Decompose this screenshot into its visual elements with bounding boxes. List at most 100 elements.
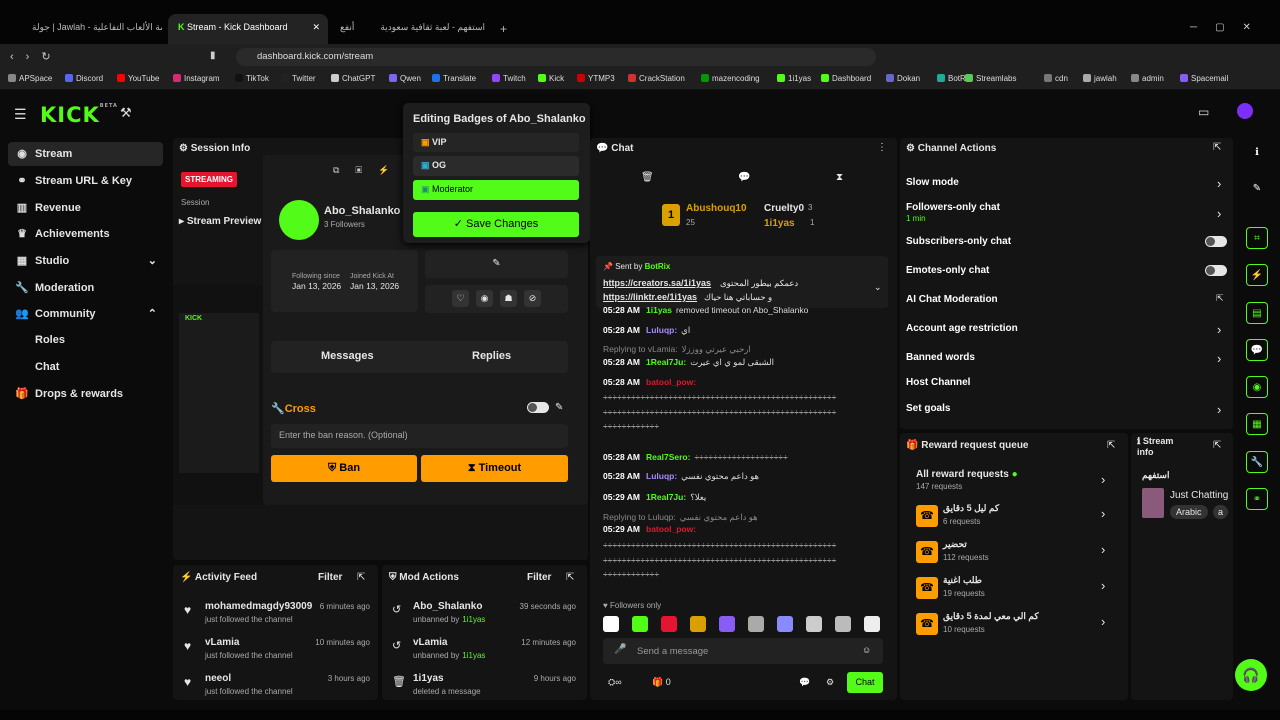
pencil-icon[interactable]: ✎	[1246, 178, 1268, 200]
bookmark-item[interactable]: YouTube	[117, 74, 159, 83]
window-controls[interactable]: ─▢✕	[1190, 22, 1269, 33]
banned-words-row[interactable]: Banned words	[906, 352, 975, 363]
popout-icon[interactable]: ⇱	[566, 572, 574, 583]
trash-icon[interactable]: 🗑	[641, 172, 654, 183]
sidebar-item-roles[interactable]: Roles	[28, 329, 163, 353]
eye-icon[interactable]: ◉	[476, 290, 493, 307]
edit-note-button[interactable]: ✎	[425, 250, 568, 278]
nav-buttons-icon[interactable]: ‹›↻	[10, 50, 63, 63]
document-icon[interactable]: ▤	[1246, 302, 1268, 324]
gear-icon[interactable]: ⚙	[826, 677, 834, 688]
activity-user[interactable]: mohamedmagdy93009	[205, 601, 312, 612]
badge-option-og[interactable]: ▣ OG	[413, 156, 579, 176]
chevron-down-icon[interactable]: ⌄	[874, 282, 882, 293]
emote-icon[interactable]	[864, 616, 880, 632]
broadcast-icon[interactable]: ◉	[1246, 376, 1268, 398]
tab-extra[interactable]: أنفع	[330, 14, 360, 44]
extra-tag[interactable]: a	[1213, 505, 1229, 519]
bookmark-icon[interactable]: ▮	[210, 50, 216, 61]
send-chat-button[interactable]: Chat	[847, 672, 883, 693]
chat-icon[interactable]: 💬	[1246, 339, 1268, 361]
mod-action-user[interactable]: 1i1yas	[413, 673, 444, 684]
activity-user[interactable]: vLamia	[205, 637, 239, 648]
cross-toggle[interactable]	[527, 402, 549, 413]
save-changes-button[interactable]: ✓ Save Changes	[413, 212, 579, 237]
menu-icon[interactable]: ☰	[14, 106, 27, 123]
bolt-icon[interactable]: ⚡	[1246, 264, 1268, 286]
bookmark-item[interactable]: admin	[1131, 74, 1164, 83]
sidebar-item-drops[interactable]: 🎁 Drops & rewards	[8, 382, 163, 406]
tab-messages[interactable]: Messages	[321, 350, 374, 362]
popout-icon[interactable]: ⇱	[1107, 440, 1115, 451]
activity-filter-button[interactable]: Filter	[318, 572, 342, 583]
support-icon[interactable]: 🎧	[1235, 659, 1267, 691]
comment-icon[interactable]: 💬	[738, 172, 750, 183]
emote-icon[interactable]	[748, 616, 764, 632]
bookmark-item[interactable]: Qwen	[389, 74, 421, 83]
emote-icon[interactable]	[719, 616, 735, 632]
bookmark-item[interactable]: Spacemail	[1180, 74, 1228, 83]
bookmark-item[interactable]: Kick	[538, 74, 564, 83]
set-goals-row[interactable]: Set goals	[906, 403, 950, 414]
sidebar-item-stream-url[interactable]: ⚭ Stream URL & Key	[8, 169, 163, 193]
chat-message[interactable]: ÷÷÷÷÷÷÷÷÷÷÷÷÷÷÷÷÷÷÷÷÷÷÷÷÷÷÷÷÷÷÷÷÷÷÷÷÷÷÷÷…	[603, 540, 883, 550]
wallet-icon[interactable]: ▭	[1198, 105, 1209, 119]
bookmark-item[interactable]: Twitter	[281, 74, 316, 83]
chat-message[interactable]: ÷÷÷÷÷÷÷÷÷÷÷÷	[603, 569, 883, 579]
wrench-icon[interactable]: 🔧	[1246, 451, 1268, 473]
ban-reason-input[interactable]: Enter the ban reason. (Optional)	[271, 424, 568, 448]
hammer-icon[interactable]: ⚒	[120, 105, 132, 121]
reward-name[interactable]: كم الي معي لمدة 5 دقايق	[943, 611, 1039, 622]
share-icon[interactable]: ⚭	[1246, 488, 1268, 510]
emote-icon[interactable]	[603, 616, 619, 632]
subscribers-only-toggle[interactable]	[1205, 236, 1227, 247]
mod-action-user[interactable]: Abo_Shalanko	[413, 601, 482, 612]
chat-message[interactable]: 05:28 AM Real7Sero: ÷÷÷÷÷÷÷÷÷÷÷÷÷÷÷÷÷÷÷÷	[603, 452, 883, 462]
tab-jawlah[interactable]: جولة | Jawlah - منصة الألعاب التفاعلية	[22, 14, 162, 44]
bookmark-item[interactable]: Discord	[65, 74, 103, 83]
close-tab-icon[interactable]: ✕	[312, 22, 320, 33]
language-tag[interactable]: Arabic	[1170, 505, 1208, 519]
popout-icon[interactable]: ⇱	[1213, 440, 1221, 451]
emote-icon[interactable]	[835, 616, 851, 632]
followers-only-row[interactable]: Followers-only chat	[906, 202, 1000, 213]
sidebar-item-achievements[interactable]: ♛ Achievements	[8, 222, 163, 246]
bookmark-item[interactable]: Dokan	[886, 74, 920, 83]
chat-message[interactable]: 05:28 AM 1i1yas removed timeout on Abo_Sha…	[603, 305, 883, 315]
chat-message[interactable]: 05:29 AM batool_pow:	[603, 524, 883, 534]
emoji-icon[interactable]: ☺	[862, 645, 871, 655]
bookmark-item[interactable]: CrackStation	[628, 74, 685, 83]
info-icon[interactable]: ℹ	[1246, 142, 1268, 164]
bookmark-item[interactable]: TikTok	[235, 74, 269, 83]
mod-action-user[interactable]: vLamia	[413, 637, 447, 648]
badge-option-moderator[interactable]: ▣ Moderator	[413, 180, 579, 200]
emote-icon[interactable]	[777, 616, 793, 632]
chat-message[interactable]: ÷÷÷÷÷÷÷÷÷÷÷÷÷÷÷÷÷÷÷÷÷÷÷÷÷÷÷÷÷÷÷÷÷÷÷÷÷÷÷÷…	[603, 407, 883, 417]
sidebar-item-stream[interactable]: ◉ Stream	[8, 142, 163, 166]
pinned-link[interactable]: https://linktr.ee/1i1yas	[603, 292, 697, 302]
user-badge-icon[interactable]: ☗	[500, 290, 517, 307]
emote-icon[interactable]	[690, 616, 706, 632]
reward-name[interactable]: طلب اغنية	[943, 575, 982, 586]
ban-button[interactable]: ⛨ Ban	[271, 455, 417, 482]
bookmark-item[interactable]: YTMP3	[577, 74, 615, 83]
sidebar-item-revenue[interactable]: ▥ Revenue	[8, 196, 163, 220]
infinity-icon[interactable]: ⛭∞	[608, 677, 622, 688]
tab-estafhim[interactable]: استفهم - لعبة ثقافية سعودية	[365, 14, 495, 44]
sidebar-item-studio[interactable]: ▦ Studio ⌄	[8, 249, 163, 273]
pinned-link[interactable]: https://creators.sa/1i1yas	[603, 278, 711, 288]
stream-category[interactable]: Just Chatting	[1170, 490, 1230, 501]
emote-icon[interactable]	[632, 616, 648, 632]
popout-icon[interactable]: ⇱	[1213, 142, 1221, 153]
new-tab-icon[interactable]: +	[500, 22, 507, 36]
bookmark-item[interactable]: APSpace	[8, 74, 52, 83]
bookmark-item[interactable]: ChatGPT	[331, 74, 375, 83]
timeout-button[interactable]: ⧗ Timeout	[421, 455, 568, 482]
emote-icon[interactable]	[806, 616, 822, 632]
mod-filter-button[interactable]: Filter	[527, 572, 551, 583]
bookmark-item[interactable]: mazencoding	[701, 74, 760, 83]
tab-kick-dashboard[interactable]: K Stream - Kick Dashboard ✕	[168, 14, 328, 44]
kick-logo[interactable]: KICKBETA	[40, 103, 118, 127]
slow-mode-row[interactable]: Slow mode	[906, 177, 959, 188]
chat-message[interactable]: 05:28 AM batool_pow:	[603, 377, 883, 387]
